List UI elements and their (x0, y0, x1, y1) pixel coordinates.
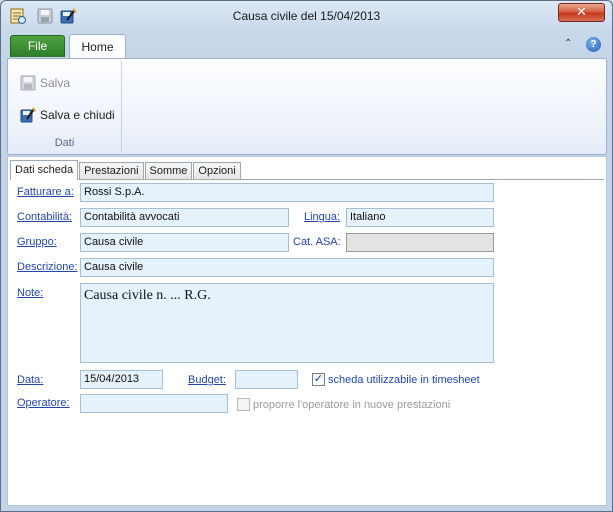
proporre-checkbox-label: proporre l'operatore in nuove prestazion… (253, 399, 451, 411)
tab-opzioni[interactable]: Opzioni (193, 162, 241, 180)
form-tabstrip: Dati scheda Prestazioni Somme Opzioni (10, 160, 242, 180)
minimize-ribbon-icon[interactable]: ⌃ (564, 38, 572, 49)
gruppo-field[interactable]: Causa civile (80, 233, 289, 252)
data-field[interactable]: 15/04/2013 (80, 370, 163, 389)
save-close-button[interactable]: Salva e chiudi (20, 105, 115, 125)
save-button[interactable]: Salva (20, 73, 70, 93)
tab-prestazioni[interactable]: Prestazioni (79, 162, 144, 180)
descrizione-label[interactable]: Descrizione: (17, 261, 78, 273)
tab-divider (10, 179, 604, 180)
title-bar: Causa civile del 15/04/2013 ✕ (1, 1, 612, 31)
gruppo-label[interactable]: Gruppo: (17, 236, 57, 248)
save-close-label: Salva e chiudi (40, 108, 115, 122)
fatturare-field[interactable]: Rossi S.p.A. (80, 183, 494, 202)
lingua-field[interactable]: Italiano (346, 208, 494, 227)
budget-label[interactable]: Budget: (188, 374, 226, 386)
help-icon[interactable]: ? (586, 37, 601, 52)
note-label[interactable]: Note: (17, 287, 43, 299)
fatturare-label[interactable]: Fatturare a: (17, 186, 74, 198)
contabilita-field[interactable]: Contabilità avvocati (80, 208, 289, 227)
ribbon-group-label: Dati (54, 137, 75, 149)
save-label: Salva (40, 76, 71, 90)
window-title: Causa civile del 15/04/2013 (232, 9, 381, 23)
proporre-checkbox (237, 398, 250, 411)
close-button[interactable]: ✕ (558, 3, 605, 22)
operatore-label[interactable]: Operatore: (17, 397, 70, 409)
tab-file[interactable]: File (10, 35, 65, 57)
main-window: Causa civile del 15/04/2013 ✕ File Home … (0, 0, 613, 512)
tab-dati-scheda[interactable]: Dati scheda (10, 160, 79, 180)
form-area: Dati scheda Prestazioni Somme Opzioni Fa… (7, 156, 607, 506)
timesheet-checkbox-label[interactable]: scheda utilizzabile in timesheet (328, 374, 480, 386)
budget-field[interactable] (235, 370, 298, 389)
ribbon-panel: Salva Salva e chiudi Dati (7, 58, 607, 155)
ribbon-group-divider (121, 61, 122, 153)
lingua-label[interactable]: Lingua: (304, 211, 340, 223)
descrizione-field[interactable]: Causa civile (80, 258, 494, 277)
cat-asa-field (346, 233, 494, 252)
tab-home[interactable]: Home (69, 34, 126, 59)
timesheet-checkbox[interactable]: ✓ (312, 373, 325, 386)
data-label[interactable]: Data: (17, 374, 43, 386)
operatore-field[interactable] (80, 394, 228, 413)
save-icon (20, 75, 36, 91)
save-close-icon (20, 107, 37, 123)
cat-asa-label: Cat. ASA: (293, 236, 341, 248)
note-textarea[interactable]: Causa civile n. ... R.G. (80, 283, 494, 363)
contabilita-label[interactable]: Contabilità: (17, 211, 72, 223)
tab-somme[interactable]: Somme (144, 162, 193, 180)
